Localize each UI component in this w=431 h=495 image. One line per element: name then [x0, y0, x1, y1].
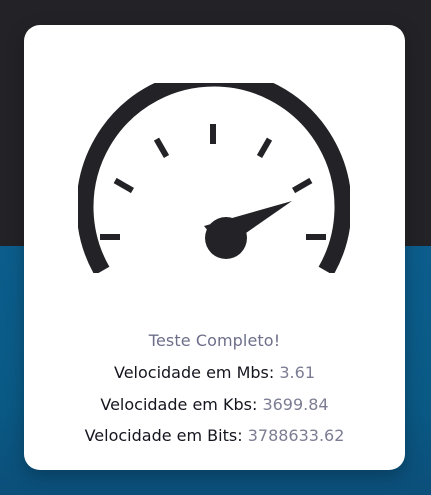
speed-bits-value: 3788633.62: [247, 426, 345, 445]
gauge-tick: [210, 124, 216, 144]
speed-bits-label: Velocidade em Bits:: [84, 426, 243, 445]
speed-mbs-value: 3.61: [279, 363, 315, 382]
speed-kbs-label: Velocidade em Kbs:: [100, 395, 258, 414]
speed-mbs-row: Velocidade em Mbs: 3.61: [24, 363, 405, 382]
speed-bits-row: Velocidade em Bits: 3788633.62: [24, 426, 405, 445]
gauge-hub: [205, 217, 247, 259]
speed-mbs-label: Velocidade em Mbs:: [114, 363, 275, 382]
status-text: Teste Completo!: [148, 331, 281, 350]
gauge-tick: [256, 137, 273, 158]
gauge-tick: [306, 234, 326, 240]
gauge-tick: [113, 177, 134, 194]
gauge-tick: [100, 234, 120, 240]
gauge-tick: [292, 177, 313, 194]
result-card: Teste Completo! Velocidade em Mbs: 3.61 …: [24, 25, 405, 470]
speedometer-icon: [78, 83, 350, 273]
gauge-tick: [153, 137, 170, 158]
speed-kbs-row: Velocidade em Kbs: 3699.84: [24, 395, 405, 414]
speed-kbs-value: 3699.84: [262, 395, 329, 414]
